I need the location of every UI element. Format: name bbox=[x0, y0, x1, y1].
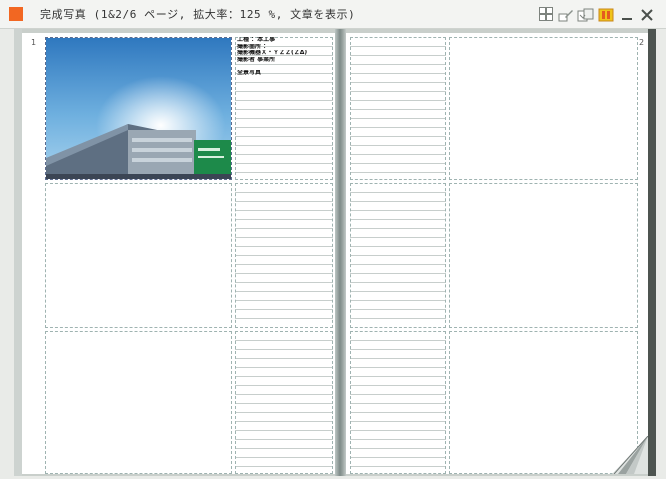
app-icon bbox=[9, 7, 23, 21]
photo-cell-2[interactable] bbox=[45, 183, 232, 328]
memo-line: 全景写真 bbox=[237, 69, 262, 76]
close-button[interactable] bbox=[640, 7, 655, 21]
photo-cell-6[interactable] bbox=[449, 331, 638, 474]
minimize-button[interactable] bbox=[620, 7, 635, 21]
pen-icon[interactable] bbox=[558, 7, 573, 22]
layout-grid-icon[interactable] bbox=[539, 7, 554, 21]
comment-cell-4[interactable] bbox=[350, 37, 446, 180]
photo-cell-5[interactable] bbox=[449, 183, 638, 328]
photo-album-window: 完成写真 (1&2/6 ページ, 拡大率：125 %, 文章を表示) 1 2 工… bbox=[0, 0, 666, 479]
building-photo bbox=[46, 38, 231, 179]
book-right-edge bbox=[648, 29, 656, 476]
title-bar: 完成写真 (1&2/6 ページ, 拡大率：125 %, 文章を表示) bbox=[0, 0, 666, 29]
book-icon[interactable] bbox=[598, 7, 614, 22]
comment-cell-2[interactable] bbox=[235, 183, 333, 328]
comment-cell-6[interactable] bbox=[350, 331, 446, 474]
page-number-right: 2 bbox=[639, 38, 645, 47]
page-curl-icon[interactable] bbox=[612, 435, 649, 475]
photo-cell-1[interactable] bbox=[45, 37, 232, 180]
photo-cell-4[interactable] bbox=[449, 37, 638, 180]
photo-memo: 工種 ：本工事 撮影箇所 ： 撮影機器Ｘ・ＹＺＺ(ＺΔ) 撮影者 事業所 全景写… bbox=[237, 37, 335, 76]
page-number-left: 1 bbox=[31, 38, 37, 47]
book-left-edge bbox=[14, 29, 22, 476]
comment-cell-3[interactable] bbox=[235, 331, 333, 474]
photo-cell-3[interactable] bbox=[45, 331, 232, 474]
book-spine bbox=[335, 29, 346, 476]
page-view-icon[interactable] bbox=[577, 7, 594, 22]
comment-cell-5[interactable] bbox=[350, 183, 446, 328]
window-title: 完成写真 (1&2/6 ページ, 拡大率：125 %, 文章を表示) bbox=[40, 8, 356, 21]
